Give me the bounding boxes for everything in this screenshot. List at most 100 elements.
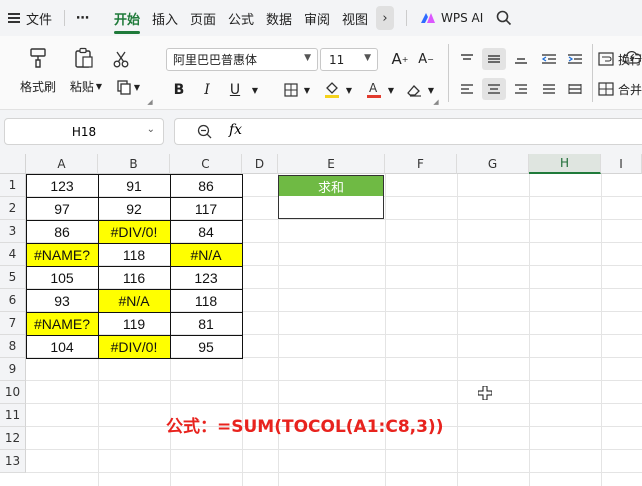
decrease-font-icon[interactable]: A − bbox=[416, 48, 436, 70]
row-header-1[interactable]: 1 bbox=[0, 174, 26, 197]
align-middle-icon[interactable] bbox=[482, 48, 506, 70]
row-header-8[interactable]: 8 bbox=[0, 335, 26, 358]
row-header-13[interactable]: 13 bbox=[0, 450, 26, 473]
cell-border bbox=[170, 197, 243, 221]
decrease-indent-icon[interactable] bbox=[540, 50, 558, 68]
insert-function-icon[interactable]: fx bbox=[229, 122, 242, 138]
sum-result-cell[interactable] bbox=[278, 196, 384, 219]
cell-border bbox=[170, 312, 243, 336]
row-header-5[interactable]: 5 bbox=[0, 266, 26, 289]
chevron-down-icon[interactable]: ▼ bbox=[426, 80, 436, 100]
cell-border bbox=[26, 220, 99, 244]
copy-button[interactable]: ▼ bbox=[110, 78, 146, 96]
font-color-icon[interactable]: A bbox=[364, 78, 384, 100]
font-expand-icon[interactable]: ◢ bbox=[432, 98, 440, 106]
column-header-a[interactable]: A bbox=[26, 154, 98, 174]
increase-font-icon[interactable]: A + bbox=[390, 48, 410, 70]
align-top-icon[interactable] bbox=[458, 50, 476, 68]
merge-cells-button[interactable]: 合并 bbox=[598, 78, 642, 100]
row-header-4[interactable]: 4 bbox=[0, 243, 26, 266]
chevron-down-icon[interactable]: ⌄ bbox=[147, 124, 155, 135]
row-header-12[interactable]: 12 bbox=[0, 427, 26, 450]
spreadsheet-grid[interactable]: A B C D E F G H I 1 2 3 4 5 6 7 8 9 10 11 12 13 123 91 86 97 92 117… bbox=[0, 154, 642, 486]
tab-data[interactable]: 数据 bbox=[266, 0, 292, 36]
menu-file[interactable]: 文件 bbox=[26, 0, 52, 36]
cell-cursor-icon bbox=[477, 385, 493, 404]
underline-icon[interactable]: U bbox=[226, 80, 244, 100]
font-name-select[interactable]: 阿里巴巴普惠体 ▼ bbox=[166, 48, 318, 71]
row-header-6[interactable]: 6 bbox=[0, 289, 26, 312]
format-painter-label[interactable]: 格式刷 bbox=[16, 78, 60, 94]
fill-color-icon[interactable] bbox=[322, 78, 342, 100]
cell-border bbox=[26, 197, 99, 221]
formula-input[interactable]: fx bbox=[174, 118, 642, 145]
sum-header-cell[interactable]: 求和 bbox=[278, 175, 384, 197]
column-header-e[interactable]: E bbox=[278, 154, 385, 174]
distributed-align-icon[interactable] bbox=[566, 80, 584, 98]
row-header-11[interactable]: 11 bbox=[0, 404, 26, 427]
wps-ai-icon bbox=[421, 13, 435, 23]
format-painter-icon[interactable] bbox=[26, 46, 50, 70]
chevron-down-icon: ▼ bbox=[133, 82, 141, 92]
justify-icon[interactable] bbox=[540, 80, 558, 98]
cell-border bbox=[26, 174, 99, 198]
tab-insert[interactable]: 插入 bbox=[152, 0, 178, 36]
row-header-2[interactable]: 2 bbox=[0, 197, 26, 220]
grid-vline bbox=[278, 174, 279, 486]
align-center-icon[interactable] bbox=[482, 78, 506, 100]
row-header-7[interactable]: 7 bbox=[0, 312, 26, 335]
menu-divider bbox=[406, 10, 407, 26]
paste-label: 粘贴 bbox=[69, 79, 94, 94]
chevron-down-icon[interactable]: ▼ bbox=[250, 80, 260, 100]
cell-border bbox=[26, 335, 99, 359]
column-header-g[interactable]: G bbox=[457, 154, 529, 174]
tab-review[interactable]: 审阅 bbox=[304, 0, 330, 36]
align-right-icon[interactable] bbox=[512, 80, 530, 98]
zoom-icon[interactable] bbox=[197, 124, 213, 144]
wrap-text-icon bbox=[598, 52, 614, 66]
name-box[interactable]: H18 ⌄ bbox=[4, 118, 164, 145]
column-header-i[interactable]: I bbox=[601, 154, 642, 174]
cell-border bbox=[26, 289, 99, 313]
tab-formulas[interactable]: 公式 bbox=[228, 0, 254, 36]
column-header-d[interactable]: D bbox=[242, 154, 278, 174]
row-header-3[interactable]: 3 bbox=[0, 220, 26, 243]
paste-button[interactable]: 粘贴 ▼ bbox=[66, 78, 106, 94]
column-header-c[interactable]: C bbox=[170, 154, 242, 174]
row-header-9[interactable]: 9 bbox=[0, 358, 26, 381]
align-bottom-icon[interactable] bbox=[512, 50, 530, 68]
grid-vline bbox=[457, 174, 458, 486]
row-header-10[interactable]: 10 bbox=[0, 381, 26, 404]
chevron-down-icon[interactable]: ▼ bbox=[302, 80, 312, 100]
cloud-upload-icon[interactable] bbox=[622, 48, 642, 68]
tab-page[interactable]: 页面 bbox=[190, 0, 216, 36]
more-options-button[interactable]: ⋯ bbox=[76, 0, 89, 36]
more-tabs-button[interactable]: › bbox=[376, 6, 394, 30]
svg-text:A: A bbox=[369, 81, 378, 95]
main-menu-icon[interactable] bbox=[8, 0, 20, 36]
search-icon[interactable] bbox=[496, 0, 512, 36]
column-header-h[interactable]: H bbox=[529, 154, 601, 174]
font-size-select[interactable]: 11 ▼ bbox=[320, 48, 378, 71]
cell-border bbox=[98, 243, 171, 267]
increase-indent-icon[interactable] bbox=[566, 50, 584, 68]
italic-icon[interactable]: I bbox=[198, 80, 216, 100]
bold-icon[interactable]: B bbox=[170, 80, 188, 100]
cell-border bbox=[170, 243, 243, 267]
cell-border bbox=[170, 266, 243, 290]
chevron-down-icon[interactable]: ▼ bbox=[386, 80, 396, 100]
align-left-icon[interactable] bbox=[458, 80, 476, 98]
menu-bar: 文件 ⋯ 开始 插入 页面 公式 数据 审阅 视图 › WPS AI bbox=[0, 0, 642, 36]
paste-icon[interactable] bbox=[72, 46, 96, 70]
chevron-down-icon[interactable]: ▼ bbox=[344, 80, 354, 100]
ribbon-toolbar: 格式刷 粘贴 ▼ ▼ ◢ 阿里巴巴普惠体 ▼ 11 ▼ A + A − B I … bbox=[0, 36, 642, 110]
column-header-b[interactable]: B bbox=[98, 154, 170, 174]
tab-view[interactable]: 视图 bbox=[342, 0, 368, 36]
select-all-corner[interactable] bbox=[0, 154, 26, 174]
wps-ai-button[interactable]: WPS AI bbox=[420, 0, 483, 36]
column-header-f[interactable]: F bbox=[385, 154, 457, 174]
clear-format-icon[interactable] bbox=[404, 80, 424, 100]
clipboard-expand-icon[interactable]: ◢ bbox=[146, 98, 154, 106]
border-icon[interactable] bbox=[282, 80, 300, 100]
cut-icon[interactable] bbox=[110, 48, 132, 70]
